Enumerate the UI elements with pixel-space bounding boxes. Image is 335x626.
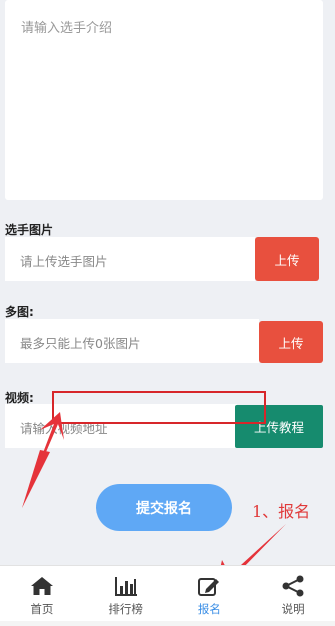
tab-label-info: 说明	[281, 602, 305, 616]
intro-placeholder: 请输入选手介绍	[21, 21, 113, 36]
tab-label-home: 首页	[30, 602, 54, 616]
multi-label: 多图:	[5, 305, 34, 319]
tab-signup[interactable]: 报名	[168, 566, 252, 622]
photo-placeholder: 请上传选手图片	[20, 254, 108, 269]
tab-label-ranking: 排行榜	[108, 602, 143, 616]
tab-home[interactable]: 首页	[0, 566, 84, 622]
edit-icon	[198, 578, 220, 596]
submit-button[interactable]: 提交报名	[96, 484, 232, 531]
tab-info[interactable]: 说明	[251, 566, 335, 622]
bottom-strip	[0, 621, 335, 626]
home-icon	[30, 577, 53, 595]
share-icon	[282, 575, 304, 597]
tab-label-signup: 报名	[197, 602, 221, 616]
bottom-tab-bar: 首页 排行榜 报名 说明	[0, 565, 335, 622]
annotation-highlight-box	[52, 391, 266, 424]
multi-placeholder: 最多只能上传0张图片	[20, 336, 141, 351]
tab-ranking[interactable]: 排行榜	[84, 566, 168, 622]
photo-input[interactable]: 请上传选手图片	[5, 237, 255, 281]
photo-label: 选手图片	[5, 223, 54, 237]
multi-upload-button[interactable]: 上传	[259, 321, 323, 363]
photo-upload-button[interactable]: 上传	[255, 237, 319, 281]
annotation-text: 1、报名	[252, 502, 311, 521]
multi-input[interactable]: 最多只能上传0张图片	[5, 319, 259, 363]
intro-textarea[interactable]: 请输入选手介绍	[5, 0, 323, 200]
bar-chart-icon	[114, 577, 137, 596]
